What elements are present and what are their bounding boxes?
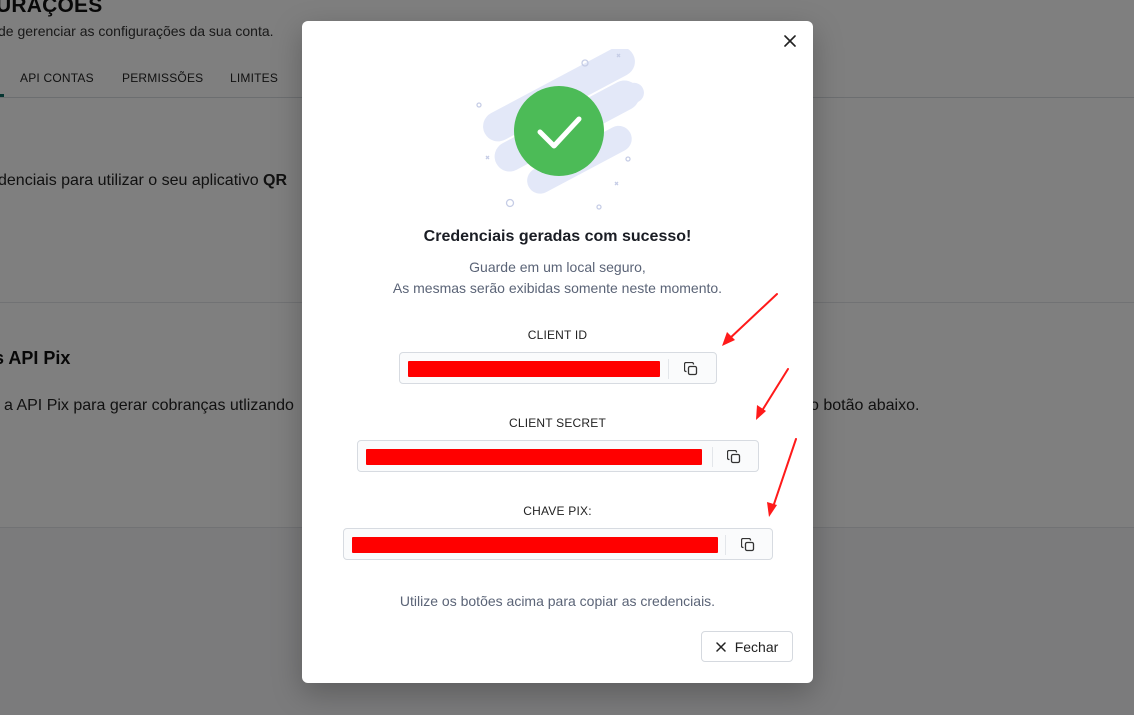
close-icon bbox=[784, 35, 796, 47]
redaction-mark bbox=[366, 449, 702, 465]
chave-pix-label: CHAVE PIX: bbox=[523, 504, 592, 518]
field-separator bbox=[712, 447, 713, 467]
client-id-label: CLIENT ID bbox=[527, 328, 588, 342]
client-id-field[interactable] bbox=[399, 352, 717, 384]
copy-icon bbox=[684, 362, 698, 376]
client-secret-field[interactable]: g bbox=[357, 440, 759, 472]
copy-icon bbox=[727, 450, 741, 464]
redaction-mark bbox=[408, 361, 660, 377]
copy-client-secret-button[interactable] bbox=[721, 445, 747, 469]
description-line-2: As mesmas serão exibidas somente neste m… bbox=[392, 280, 723, 296]
redaction-mark bbox=[352, 537, 718, 553]
copy-instructions: Utilize os botões acima para copiar as c… bbox=[399, 593, 716, 609]
field-separator bbox=[725, 535, 726, 555]
modal-title: Credenciais geradas com sucesso! bbox=[423, 228, 692, 245]
close-button[interactable] bbox=[780, 31, 800, 51]
fechar-button[interactable]: Fechar bbox=[701, 631, 793, 662]
copy-icon bbox=[741, 538, 755, 552]
field-separator bbox=[668, 359, 669, 379]
modal-description: Guarde em um local seguro, As mesmas ser… bbox=[302, 257, 813, 299]
description-line-1: Guarde em um local seguro, bbox=[469, 259, 646, 275]
client-secret-label: CLIENT SECRET bbox=[508, 416, 607, 430]
success-illustration bbox=[476, 49, 644, 210]
credentials-modal: Credenciais geradas com sucesso! Guarde … bbox=[302, 21, 813, 683]
success-check-circle bbox=[514, 86, 604, 176]
close-icon bbox=[715, 641, 726, 652]
copy-client-id-button[interactable] bbox=[678, 357, 704, 381]
copy-chave-pix-button[interactable] bbox=[735, 533, 761, 557]
chave-pix-field[interactable] bbox=[343, 528, 773, 560]
fechar-button-label: Fechar bbox=[734, 638, 779, 655]
